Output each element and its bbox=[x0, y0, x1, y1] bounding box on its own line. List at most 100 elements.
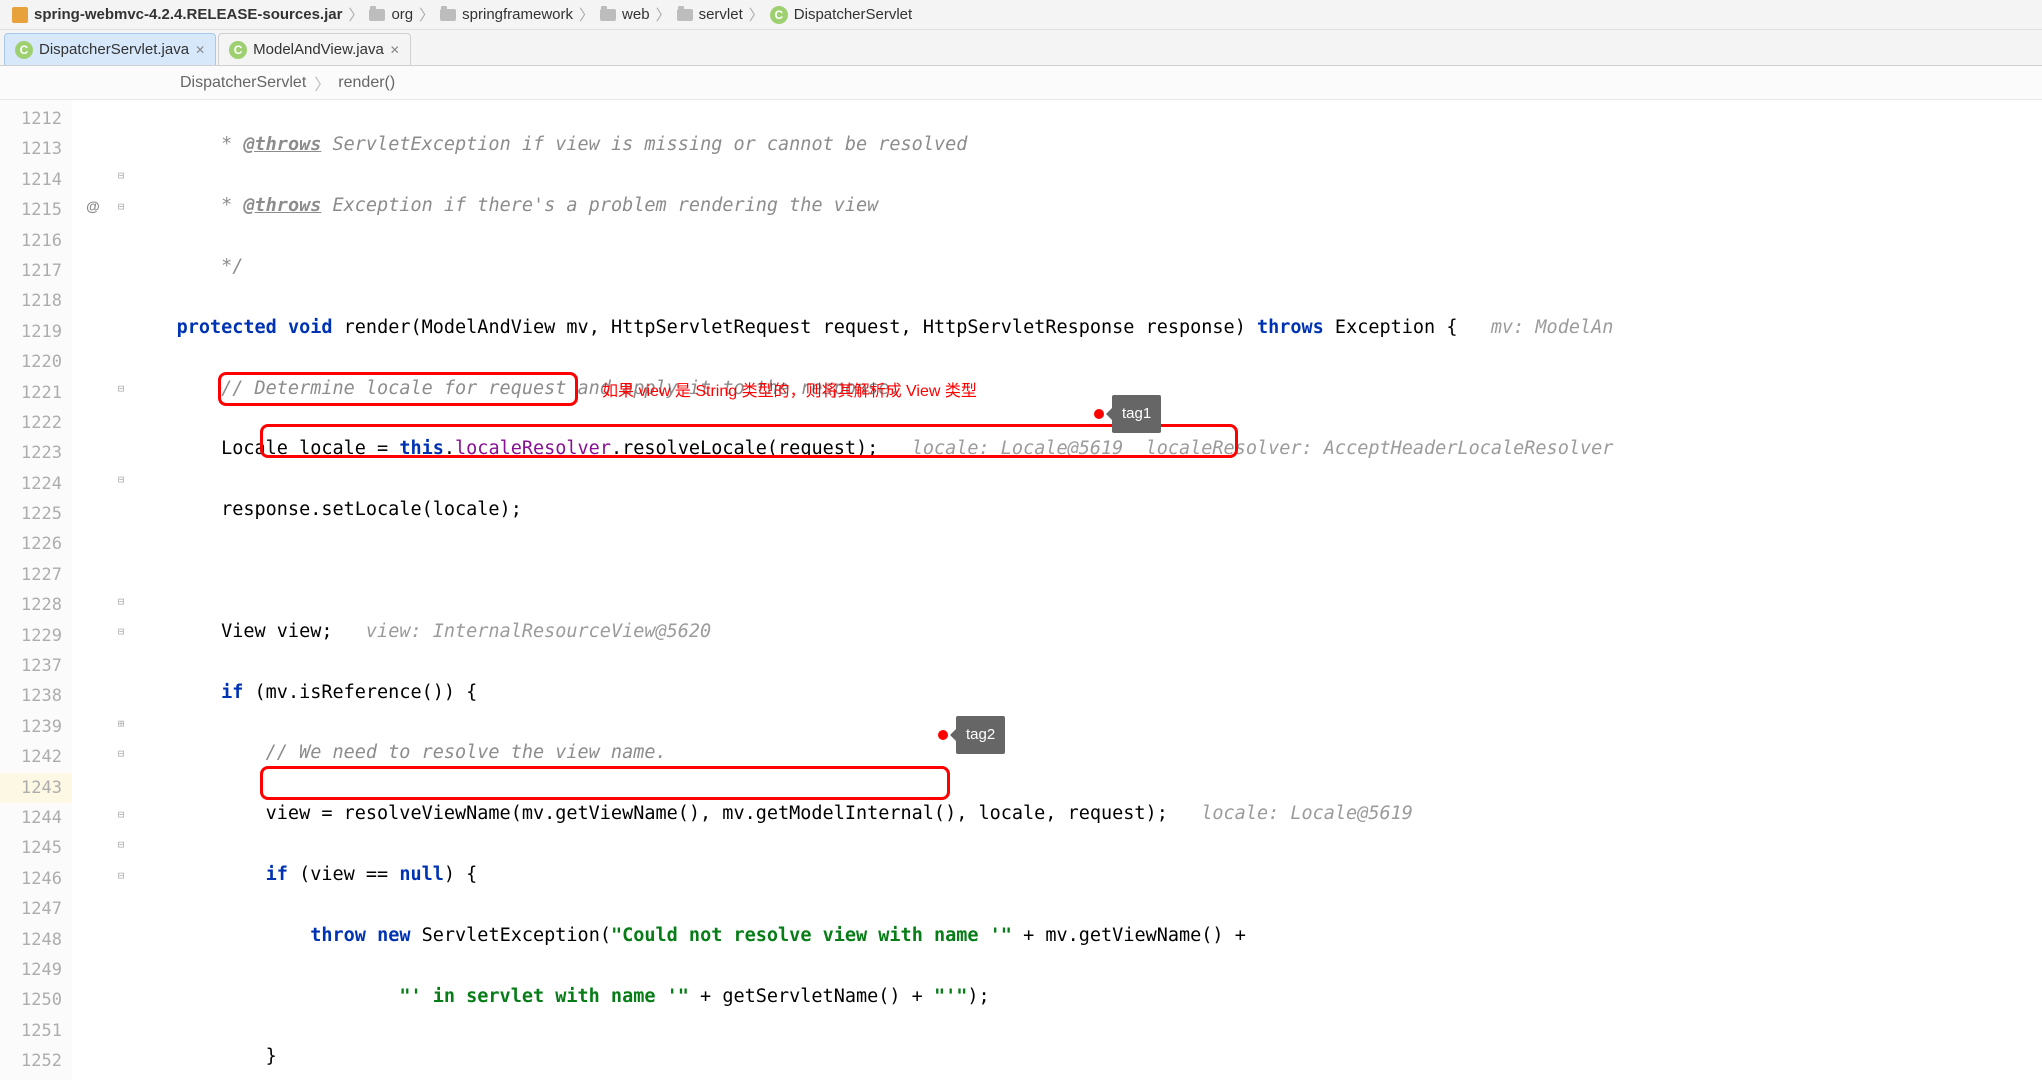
line-number[interactable]: 1243 bbox=[0, 773, 72, 803]
line-number[interactable]: 1222 bbox=[0, 408, 72, 438]
code-line: // We need to resolve the view name. bbox=[132, 738, 2042, 768]
line-number[interactable]: 1237 bbox=[0, 651, 72, 681]
code-line: */ bbox=[132, 252, 2042, 282]
code-line: throw new ServletException("Could not re… bbox=[132, 921, 2042, 951]
context-bar: DispatcherServlet 〉 render() bbox=[0, 66, 2042, 100]
line-number[interactable]: 1212 bbox=[0, 104, 72, 134]
code-line: View view; view: InternalResourceView@56… bbox=[132, 617, 2042, 647]
line-number[interactable]: 1228 bbox=[0, 590, 72, 620]
fold-icon[interactable]: ⊟ bbox=[114, 465, 128, 495]
line-number[interactable]: 1248 bbox=[0, 925, 72, 955]
line-number[interactable]: 1218 bbox=[0, 286, 72, 316]
ide-window: spring-webmvc-4.2.4.RELEASE-sources.jar … bbox=[0, 0, 2042, 1080]
line-gutter: 1212121312141215121612171218121912201221… bbox=[0, 100, 72, 1080]
line-number[interactable]: 1226 bbox=[0, 529, 72, 559]
folder-icon bbox=[369, 9, 385, 21]
breadcrumb-item-servlet[interactable]: servlet bbox=[673, 6, 747, 23]
code-editor[interactable]: * @throws ServletException if view is mi… bbox=[132, 100, 2042, 1080]
chevron-right-icon: 〉 bbox=[314, 71, 330, 95]
breadcrumb-item-springframework[interactable]: springframework bbox=[436, 6, 577, 23]
tab-dispatcher-servlet[interactable]: C DispatcherServlet.java ✕ bbox=[4, 33, 216, 65]
fold-icon[interactable]: ⊟ bbox=[114, 617, 128, 647]
override-marker[interactable]: @ bbox=[72, 191, 114, 221]
line-number[interactable]: 1238 bbox=[0, 681, 72, 711]
line-number[interactable]: 1220 bbox=[0, 347, 72, 377]
code-line: view = resolveViewName(mv.getViewName(),… bbox=[132, 799, 2042, 829]
close-icon[interactable]: ✕ bbox=[195, 43, 205, 57]
debug-hint: mv: ModelAn bbox=[1457, 317, 1613, 338]
code-line: if (view == null) { bbox=[132, 860, 2042, 890]
tag-badge: tag2 bbox=[938, 716, 1005, 754]
code-line: "' in servlet with name '" + getServletN… bbox=[132, 982, 2042, 1012]
chevron-right-icon: 〉 bbox=[656, 4, 671, 25]
folder-icon bbox=[600, 9, 616, 21]
tag-badge: tag1 bbox=[1094, 395, 1161, 433]
fold-icon[interactable]: ⊟ bbox=[114, 860, 128, 890]
context-method[interactable]: render() bbox=[338, 74, 395, 92]
fold-icon[interactable]: ⊟ bbox=[114, 738, 128, 768]
line-number[interactable]: 1213 bbox=[0, 134, 72, 164]
fold-icon[interactable]: ⊞ bbox=[114, 708, 128, 738]
fold-icon[interactable]: ⊟ bbox=[114, 191, 128, 221]
fold-icon[interactable]: ⊟ bbox=[114, 586, 128, 616]
line-number[interactable]: 1249 bbox=[0, 955, 72, 985]
code-line: // Determine locale for request and appl… bbox=[132, 374, 2042, 404]
line-number[interactable]: 1252 bbox=[0, 1046, 72, 1076]
tag-dot-icon bbox=[938, 730, 948, 740]
code-line: * @throws ServletException if view is mi… bbox=[132, 130, 2042, 160]
close-icon[interactable]: ✕ bbox=[390, 43, 400, 57]
line-number[interactable]: 1216 bbox=[0, 226, 72, 256]
code-line: } bbox=[132, 1042, 2042, 1072]
class-icon: C bbox=[15, 41, 33, 59]
breadcrumb-item-jar[interactable]: spring-webmvc-4.2.4.RELEASE-sources.jar bbox=[8, 6, 346, 23]
fold-icon[interactable]: ⊟ bbox=[114, 830, 128, 860]
code-line: response.setLocale(locale); bbox=[132, 495, 2042, 525]
line-number[interactable]: 1224 bbox=[0, 469, 72, 499]
code-line: protected void render(ModelAndView mv, H… bbox=[132, 313, 2042, 343]
chevron-right-icon: 〉 bbox=[749, 4, 764, 25]
line-number[interactable]: 1239 bbox=[0, 712, 72, 742]
fold-icon[interactable]: ⊟ bbox=[114, 161, 128, 191]
line-number[interactable]: 1246 bbox=[0, 864, 72, 894]
line-number[interactable]: 1225 bbox=[0, 499, 72, 529]
line-number[interactable]: 1221 bbox=[0, 378, 72, 408]
breadcrumb-bar: spring-webmvc-4.2.4.RELEASE-sources.jar … bbox=[0, 0, 2042, 30]
line-number[interactable]: 1215 bbox=[0, 195, 72, 225]
jar-icon bbox=[12, 7, 28, 23]
class-icon: C bbox=[229, 41, 247, 59]
breadcrumb-item-class[interactable]: C DispatcherServlet bbox=[766, 6, 916, 24]
class-icon: C bbox=[770, 6, 788, 24]
highlight-box bbox=[260, 766, 950, 800]
line-number[interactable]: 1244 bbox=[0, 803, 72, 833]
fold-icon[interactable]: ⊟ bbox=[114, 799, 128, 829]
line-number[interactable]: 1223 bbox=[0, 438, 72, 468]
debug-hint: locale: Locale@5619 localeResolver: Acce… bbox=[878, 438, 1613, 459]
context-class[interactable]: DispatcherServlet bbox=[180, 74, 306, 92]
breadcrumb-item-org[interactable]: org bbox=[365, 6, 417, 23]
fold-icon[interactable]: ⊟ bbox=[114, 374, 128, 404]
code-area: 1212121312141215121612171218121912201221… bbox=[0, 100, 2042, 1080]
line-number[interactable]: 1217 bbox=[0, 256, 72, 286]
code-line bbox=[132, 556, 2042, 586]
line-number[interactable]: 1245 bbox=[0, 833, 72, 863]
debug-hint: view: InternalResourceView@5620 bbox=[333, 621, 712, 642]
annotation-text: 如果 view 是 String 类型的，则将其解析成 View 类型 bbox=[602, 377, 977, 407]
line-number[interactable]: 1229 bbox=[0, 621, 72, 651]
line-number[interactable]: 1247 bbox=[0, 894, 72, 924]
line-number[interactable]: 1251 bbox=[0, 1016, 72, 1046]
line-number[interactable]: 1250 bbox=[0, 985, 72, 1015]
line-number[interactable]: 1219 bbox=[0, 317, 72, 347]
code-line: if (mv.isReference()) { bbox=[132, 678, 2042, 708]
tab-model-and-view[interactable]: C ModelAndView.java ✕ bbox=[218, 33, 411, 65]
chevron-right-icon: 〉 bbox=[348, 4, 363, 25]
folder-icon bbox=[440, 9, 456, 21]
breadcrumb-item-web[interactable]: web bbox=[596, 6, 654, 23]
chevron-right-icon: 〉 bbox=[579, 4, 594, 25]
line-number[interactable]: 1227 bbox=[0, 560, 72, 590]
folder-icon bbox=[677, 9, 693, 21]
line-number[interactable]: 1214 bbox=[0, 165, 72, 195]
chevron-right-icon: 〉 bbox=[419, 4, 434, 25]
line-number[interactable]: 1242 bbox=[0, 742, 72, 772]
tag-dot-icon bbox=[1094, 409, 1104, 419]
code-line: * @throws Exception if there's a problem… bbox=[132, 191, 2042, 221]
